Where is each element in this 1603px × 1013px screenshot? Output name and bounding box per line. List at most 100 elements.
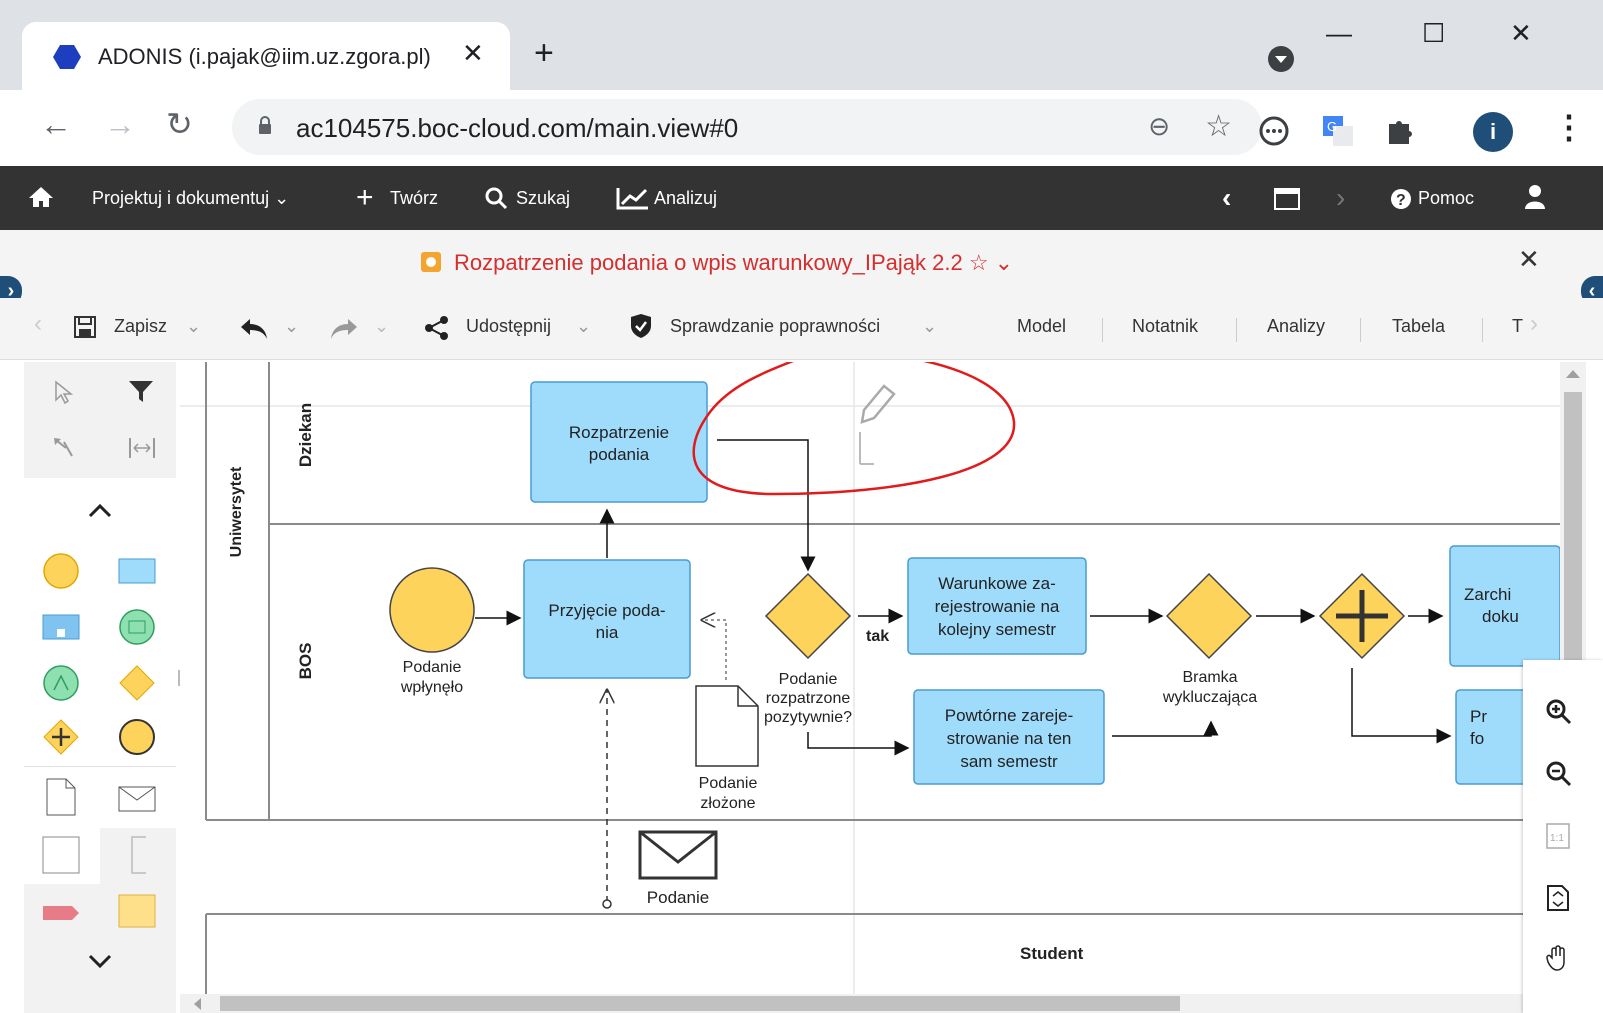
tab-model[interactable]: Model <box>1017 316 1066 337</box>
data-object-podanie-zlozone <box>695 685 759 767</box>
tab-close-icon[interactable]: ✕ <box>462 38 484 69</box>
start-event-shape-icon[interactable] <box>42 552 80 590</box>
end-event-shape-icon[interactable] <box>118 718 156 756</box>
select-pointer-icon[interactable] <box>52 380 74 404</box>
filter-icon[interactable] <box>128 380 154 404</box>
task-label-przyjecie-2: nia <box>595 623 619 642</box>
chevron-up-icon[interactable] <box>86 500 114 520</box>
validate-dropdown-icon[interactable]: ⌄ <box>922 316 937 337</box>
zoom-out-icon[interactable]: ⊖ <box>1148 111 1170 142</box>
extension-chat-icon[interactable] <box>1257 114 1291 148</box>
message-shape-icon[interactable] <box>118 786 156 812</box>
tab-more[interactable]: T <box>1512 316 1523 337</box>
extensions-puzzle-icon[interactable] <box>1383 114 1417 148</box>
window-minimize-button[interactable]: — <box>1326 18 1352 49</box>
connector-tool-icon[interactable] <box>52 436 78 460</box>
save-icon[interactable] <box>74 316 96 338</box>
window-icon[interactable] <box>1274 188 1300 210</box>
model-title[interactable]: Rozpatrzenie podania o wpis warunkowy_IP… <box>454 250 1013 276</box>
tab-analyses[interactable]: Analizy <box>1267 316 1325 337</box>
address-bar[interactable]: ac104575.boc-cloud.com/main.view#0 ⊖ ☆ <box>232 99 1262 155</box>
browser-tab[interactable]: ADONIS (i.pajak@iim.uz.zgora.pl) ✕ <box>22 22 510 90</box>
share-dropdown-icon[interactable]: ⌄ <box>576 316 591 337</box>
message-label: Podanie <box>646 888 710 907</box>
tab-search-icon[interactable] <box>1268 46 1294 72</box>
actual-size-icon[interactable]: 1:1 <box>1545 822 1571 850</box>
close-model-icon[interactable]: ✕ <box>1518 244 1540 275</box>
forward-arrow-icon[interactable]: → <box>104 106 136 142</box>
redo-icon[interactable] <box>330 318 358 340</box>
parallel-gateway-shape-icon[interactable] <box>42 718 80 756</box>
message-event-shape-icon[interactable] <box>118 608 156 646</box>
google-translate-icon[interactable]: G <box>1321 114 1355 148</box>
lane-label-bos: BOS <box>296 642 315 680</box>
profile-avatar[interactable]: i <box>1473 112 1513 152</box>
analyze-chart-icon[interactable] <box>616 186 650 210</box>
task-label-zarch-2: doku <box>1482 607 1519 626</box>
validation-shield-icon[interactable] <box>630 314 652 338</box>
tag-shape-icon[interactable] <box>42 902 80 924</box>
pencil-icon <box>859 384 896 465</box>
redo-dropdown-icon[interactable]: ⌄ <box>374 316 389 337</box>
save-button[interactable]: Zapisz <box>114 316 167 337</box>
nav-help[interactable]: Pomoc <box>1418 166 1474 230</box>
window-close-button[interactable]: ✕ <box>1510 18 1532 49</box>
reload-icon[interactable]: ↻ <box>166 106 193 142</box>
data-object-shape-icon[interactable] <box>46 778 76 816</box>
toolbar-separator <box>1482 318 1483 342</box>
xor-label-1: Bramka <box>1182 669 1238 686</box>
nav-analyze[interactable]: Analizuj <box>654 166 717 230</box>
zoom-out-icon[interactable] <box>1545 760 1573 788</box>
undo-dropdown-icon[interactable]: ⌄ <box>284 316 299 337</box>
back-arrow-icon[interactable]: ← <box>40 106 72 142</box>
browser-menu-icon[interactable]: ⋮ <box>1553 108 1585 146</box>
chevron-left-icon[interactable]: ‹ <box>1222 166 1231 230</box>
text-annotation-shape-icon[interactable] <box>130 836 148 874</box>
home-icon[interactable] <box>28 186 54 208</box>
share-button[interactable]: Udostępnij <box>466 316 551 337</box>
chevron-down-icon[interactable] <box>86 952 114 972</box>
help-icon[interactable]: ? <box>1390 188 1412 210</box>
bookmark-star-icon[interactable]: ☆ <box>1205 109 1232 144</box>
search-icon[interactable] <box>484 186 508 210</box>
chevron-right-icon[interactable]: › <box>1336 166 1345 230</box>
task-label-powtorne-3: sam semestr <box>960 752 1058 771</box>
signal-event-shape-icon[interactable] <box>42 664 80 702</box>
zoom-in-icon[interactable] <box>1545 698 1573 726</box>
toolbar-scroll-right-icon[interactable]: › <box>1530 310 1538 338</box>
tab-notebook[interactable]: Notatnik <box>1132 316 1198 337</box>
start-event-label-1: Podanie <box>402 659 462 676</box>
scroll-up-icon[interactable] <box>1566 370 1580 378</box>
plus-icon[interactable]: + <box>356 166 374 230</box>
window-maximize-button[interactable]: ☐ <box>1422 18 1445 49</box>
diagram-canvas[interactable]: Uniwersytet Dziekan BOS Rozpatrzenie pod… <box>180 362 1560 994</box>
vertical-scroll-thumb[interactable] <box>1564 392 1582 692</box>
new-tab-button[interactable]: + <box>534 36 554 70</box>
fit-page-icon[interactable] <box>1545 884 1571 912</box>
spacing-tool-icon[interactable] <box>128 436 156 460</box>
user-icon[interactable] <box>1524 184 1546 210</box>
note-shape-icon[interactable] <box>118 894 156 928</box>
nav-create[interactable]: Twórz <box>390 166 438 230</box>
toolbar-separator <box>1360 318 1361 342</box>
share-icon[interactable] <box>424 316 450 340</box>
nav-design-document[interactable]: Projektuj i dokumentuj ⌄ <box>92 166 289 230</box>
toolbar-scroll-left-icon[interactable]: ‹ <box>34 310 42 338</box>
palette-divider <box>24 766 176 767</box>
task-shape-icon[interactable] <box>118 558 156 584</box>
undo-icon[interactable] <box>240 318 268 340</box>
save-dropdown-icon[interactable]: ⌄ <box>186 316 201 337</box>
tab-table[interactable]: Tabela <box>1392 316 1445 337</box>
subprocess-shape-icon[interactable] <box>42 614 80 640</box>
task-label-przyjecie-1: Przyjęcie poda- <box>548 601 666 620</box>
pan-hand-icon[interactable] <box>1545 944 1571 972</box>
lane-label-dziekan: Dziekan <box>296 402 315 468</box>
gateway-bramka-wykluczajaca <box>1165 572 1253 660</box>
scroll-left-icon[interactable] <box>194 998 201 1010</box>
horizontal-scrollbar[interactable] <box>180 994 1560 1013</box>
horizontal-scroll-thumb[interactable] <box>220 996 1180 1011</box>
nav-search[interactable]: Szukaj <box>516 166 570 230</box>
group-shape-icon[interactable] <box>42 836 80 874</box>
validate-button[interactable]: Sprawdzanie poprawności <box>670 316 880 337</box>
gateway-shape-icon[interactable] <box>118 664 156 702</box>
